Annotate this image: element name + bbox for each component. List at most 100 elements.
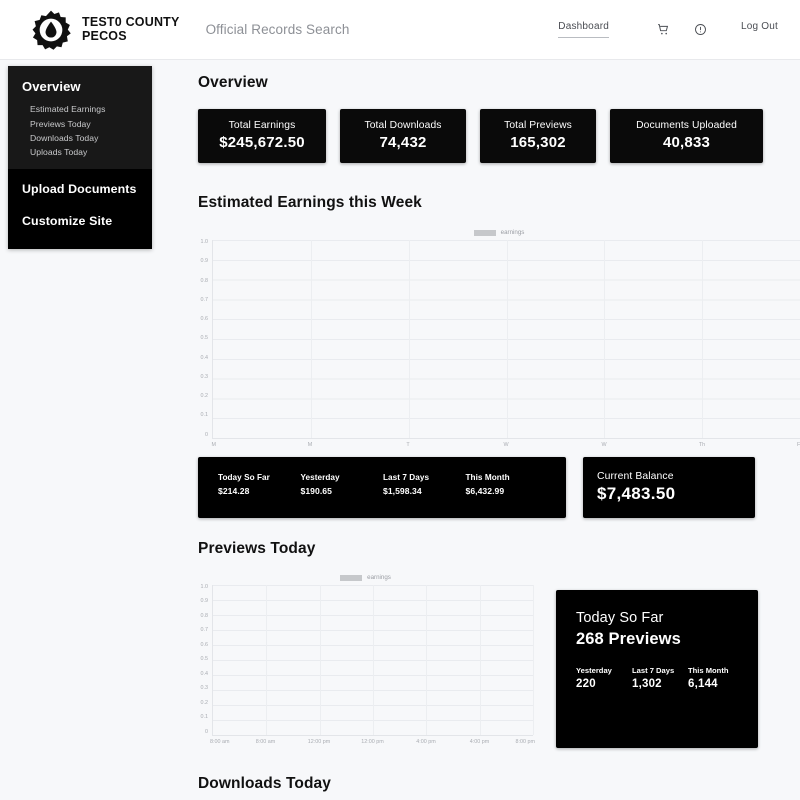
page-title: Overview	[198, 74, 268, 91]
grid-line	[319, 585, 321, 735]
grid-line	[310, 240, 312, 438]
summary-item-this-month: This Month $6,432.99	[466, 473, 549, 501]
grid-line	[373, 585, 374, 735]
x-tick-label: T	[406, 442, 410, 448]
y-tick-label: 0.2	[200, 393, 209, 399]
stat-card-total-downloads[interactable]: Total Downloads 74,432	[340, 109, 466, 163]
stat-value: $245,672.50	[219, 134, 305, 151]
cart-button[interactable]	[657, 23, 670, 36]
y-tick-label: 0.6	[200, 316, 209, 322]
summary-label: Yesterday	[300, 473, 340, 482]
stat-card-total-previews[interactable]: Total Previews 165,302	[480, 109, 596, 163]
legend-label-earnings: earnings	[367, 574, 391, 581]
x-tick-label: M	[211, 442, 217, 448]
chart-legend: earnings	[198, 574, 533, 581]
x-tick-label: 4:00 pm	[416, 739, 436, 745]
x-tick-label: W	[601, 442, 607, 448]
previews-stat-label: Last 7 Days	[632, 666, 675, 675]
earnings-summary-row: Today So Far $214.28 Yesterday $190.65 L…	[198, 457, 800, 518]
y-tick-label: 0.5	[200, 656, 209, 663]
y-tick-label: 0.3	[200, 373, 209, 380]
x-tick-label: 4:00 pm	[469, 739, 490, 745]
chart-plot-area	[212, 585, 534, 735]
grid-line	[266, 585, 268, 735]
sidebar-item-upload-documents[interactable]: Upload Documents	[8, 173, 152, 205]
previews-stat-yesterday: Yesterday 220	[576, 666, 632, 690]
site-tagline: Official Records Search	[205, 22, 350, 37]
chart-x-axis: 8:00 am 8:00 am 12:00 pm 12:00 pm 4:00 pm 4:0…	[210, 736, 535, 748]
y-tick-label: 0.9	[200, 598, 209, 605]
chart-plot-area	[212, 240, 800, 438]
help-button[interactable]	[694, 23, 707, 36]
y-tick-label: 0.3	[200, 685, 209, 692]
y-tick-label: 0.4	[200, 354, 209, 361]
help-circle-icon	[695, 24, 706, 35]
x-tick-label: 12:00 pm	[361, 739, 384, 745]
nav-logout[interactable]: Log Out	[741, 21, 778, 38]
sidebar-item-downloads-today[interactable]: Downloads Today	[8, 131, 152, 145]
legend-swatch-earnings	[340, 574, 363, 581]
summary-label: Last 7 Days	[383, 473, 430, 482]
main-content: Overview Total Earnings $245,672.50 Tota…	[198, 60, 800, 793]
x-tick-label: 12:00 pm	[307, 739, 331, 745]
summary-item-yesterday: Yesterday $190.65	[301, 473, 384, 501]
earnings-summary-card[interactable]: Today So Far $214.28 Yesterday $190.65 L…	[198, 457, 566, 518]
brand-logo[interactable]: TEST0 COUNTY PECOS	[30, 9, 180, 51]
y-tick-label: 0.9	[200, 258, 209, 265]
stat-label: Total Downloads	[364, 120, 442, 131]
previews-row: earnings 1.0 0.9 0.8 0.7 0.6 0.5 0.4 0.3 0.2 0.1 0…	[198, 574, 800, 748]
stat-card-documents-uploaded[interactable]: Documents Uploaded 40,833	[610, 109, 763, 163]
y-tick-label: 0.5	[200, 335, 209, 342]
chart-previews-today[interactable]: earnings 1.0 0.9 0.8 0.7 0.6 0.5 0.4 0.3 0.2 0.1 0…	[198, 574, 535, 748]
sidebar-item-previews-today[interactable]: Previews Today	[8, 116, 152, 130]
y-tick-label: 0.1	[200, 714, 209, 721]
sidebar-item-customize-site[interactable]: Customize Site	[8, 205, 152, 237]
grid-line	[506, 240, 508, 438]
grid-line	[702, 240, 704, 438]
chart-estimated-earnings[interactable]: earnings 1.0 0.9 0.8 0.7 0.6 0.5 0.4 0.3 0.2 0.1 0…	[198, 229, 800, 451]
previews-stats-row: Yesterday 220 Last 7 Days 1,302 This Mon…	[576, 666, 758, 690]
balance-label: Current Balance	[597, 471, 674, 482]
nav-dashboard[interactable]: Dashboard	[558, 21, 609, 38]
previews-stat-last-7-days: Last 7 Days 1,302	[632, 666, 688, 690]
section-title-downloads-today: Downloads Today	[198, 775, 331, 792]
stat-value: 165,302	[510, 134, 566, 151]
grid-line	[408, 240, 410, 438]
stat-card-total-earnings[interactable]: Total Earnings $245,672.50	[198, 109, 326, 163]
balance-value: $7,483.50	[597, 484, 676, 503]
section-title-estimated-earnings: Estimated Earnings this Week	[198, 194, 422, 211]
grid-line	[533, 585, 534, 735]
sidebar: Overview Estimated Earnings Previews Tod…	[8, 66, 152, 249]
summary-value: $190.65	[300, 486, 332, 496]
chart-y-axis: 1.0 0.9 0.8 0.7 0.6 0.5 0.4 0.3 0.2 0.1 0	[198, 584, 212, 735]
brand-name: TEST0 COUNTY PECOS	[82, 15, 180, 43]
y-tick-label: 0.8	[200, 612, 209, 619]
sidebar-item-estimated-earnings[interactable]: Estimated Earnings	[8, 102, 152, 116]
previews-today-card[interactable]: Today So Far 268 Previews Yesterday 220 …	[556, 590, 758, 748]
x-tick-label: 8:00 am	[210, 739, 230, 745]
previews-stat-value: 6,144	[688, 678, 718, 690]
previews-stat-label: Yesterday	[576, 666, 612, 675]
grid-line	[426, 585, 428, 735]
y-tick-label: 0.1	[200, 412, 209, 419]
previews-stat-this-month: This Month 6,144	[688, 666, 744, 690]
primary-nav: Dashboard Log Out	[558, 21, 778, 38]
x-tick-label: 8:00 pm	[515, 739, 535, 745]
y-tick-label: 0.7	[200, 627, 209, 634]
stat-label: Total Earnings	[228, 120, 296, 131]
x-tick-label: M	[307, 442, 313, 448]
current-balance-card[interactable]: Current Balance $7,483.50	[583, 457, 755, 518]
stat-value: 40,833	[662, 134, 711, 151]
app-header: TEST0 COUNTY PECOS Official Records Sear…	[0, 0, 800, 60]
y-tick-label: 0	[205, 431, 208, 438]
chart-x-axis: M M T W W Th F	[212, 439, 800, 451]
previews-stat-value: 1,302	[632, 678, 662, 690]
summary-value: $6,432.99	[465, 486, 505, 496]
sidebar-item-uploads-today[interactable]: Uploads Today	[8, 145, 152, 159]
gear-droplet-icon	[32, 10, 71, 50]
summary-value: $1,598.34	[383, 486, 422, 496]
stat-card-row: Total Earnings $245,672.50 Total Downloa…	[198, 109, 800, 163]
summary-item-last-7-days: Last 7 Days $1,598.34	[383, 473, 466, 501]
previews-today-value: 268 Previews	[576, 630, 681, 648]
sidebar-item-overview[interactable]: Overview	[8, 76, 152, 102]
